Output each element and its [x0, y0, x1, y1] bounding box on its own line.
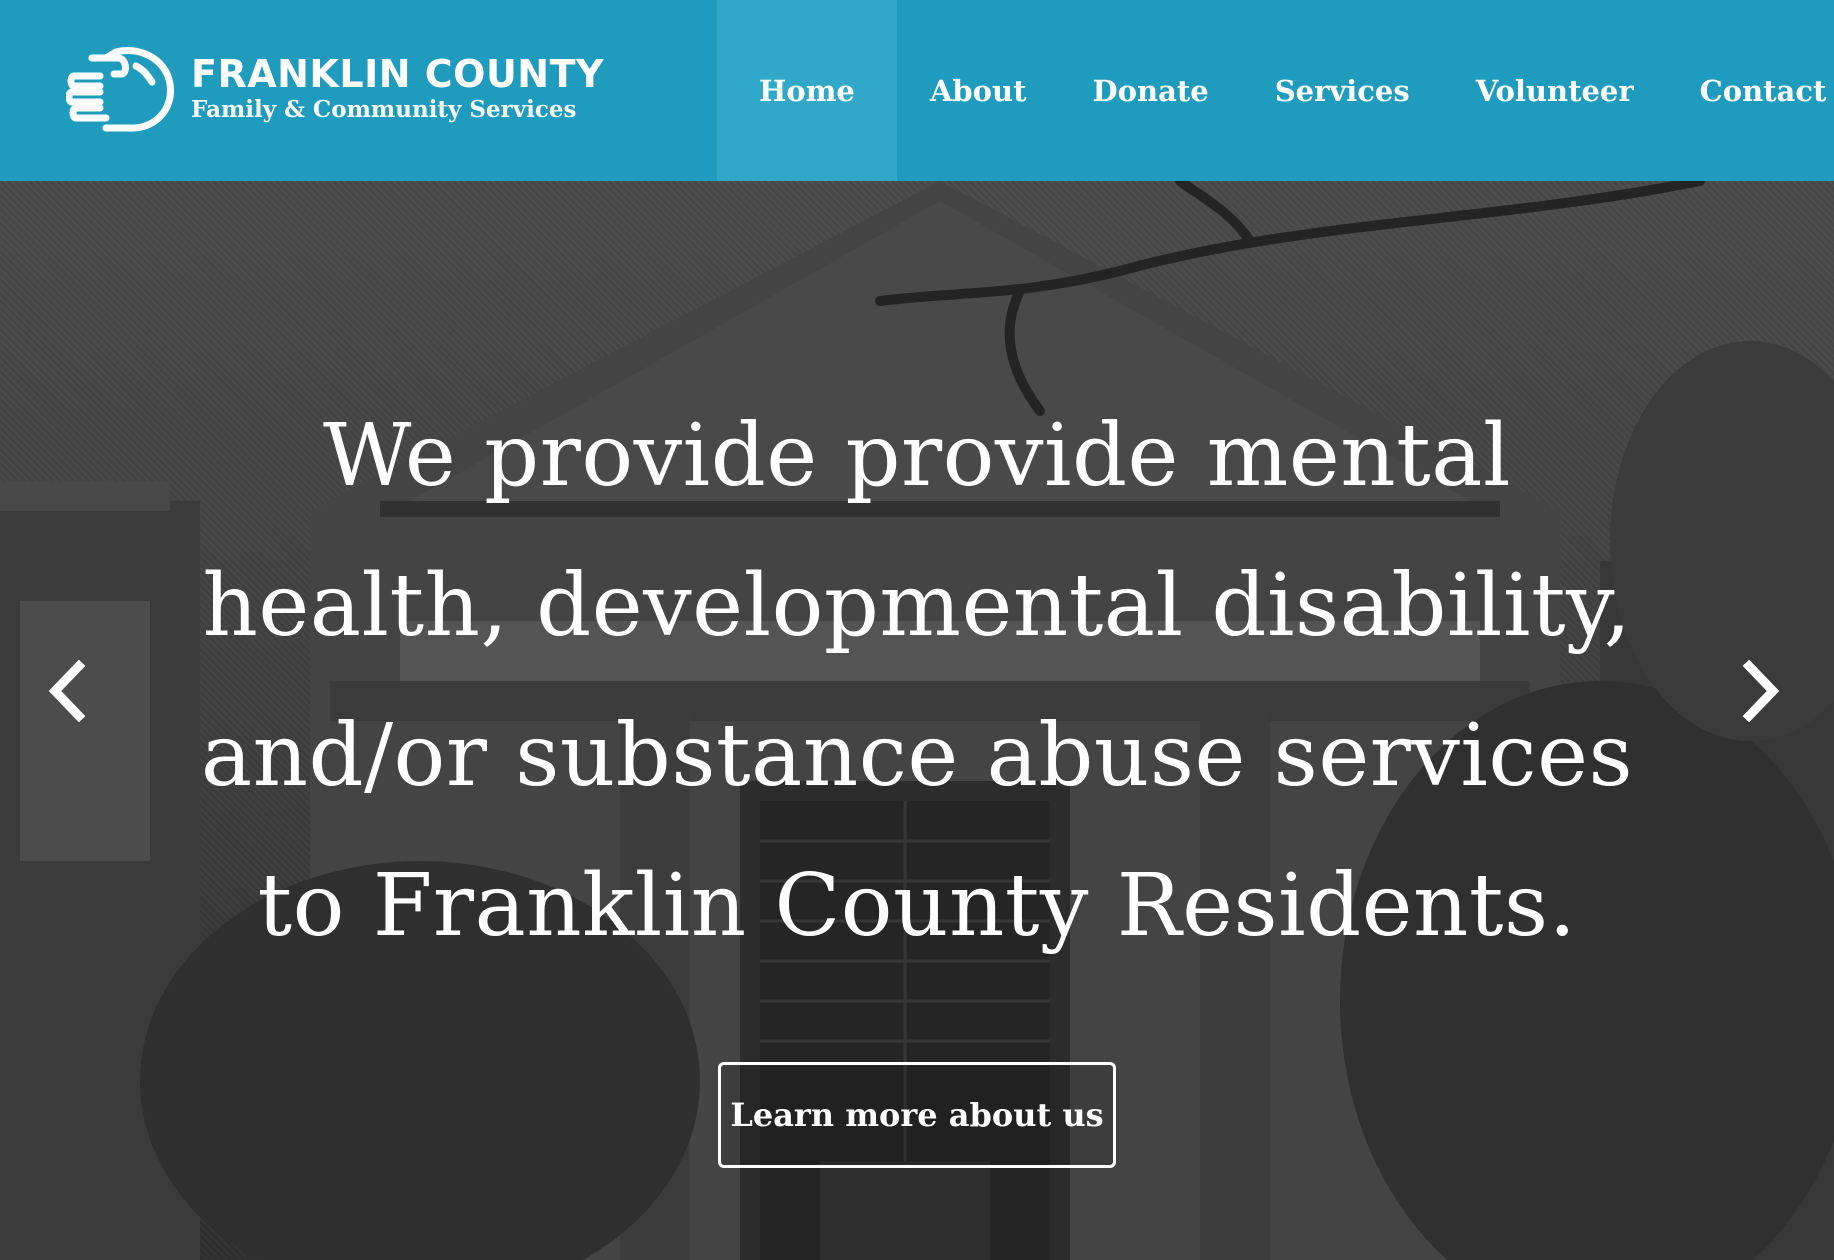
carousel-next-button[interactable]	[1732, 651, 1792, 731]
chevron-right-icon	[1742, 660, 1780, 722]
brand-text: FRANKLIN COUNTY Family & Community Servi…	[191, 53, 604, 125]
hero-line: to Franklin County Residents.	[257, 856, 1577, 956]
hand-icon	[66, 47, 174, 132]
nav-home[interactable]: Home	[717, 0, 897, 181]
hero-line: health, developmental disability,	[202, 556, 1632, 656]
learn-more-button[interactable]: Learn more about us	[718, 1062, 1116, 1168]
brand-logo-link[interactable]: FRANKLIN COUNTY Family & Community Servi…	[66, 44, 604, 134]
nav-contact[interactable]: Contact	[1667, 0, 1834, 181]
brand-title: FRANKLIN COUNTY	[191, 52, 605, 96]
site-header: FRANKLIN COUNTY Family & Community Servi…	[0, 0, 1834, 181]
hero-line: and/or substance abuse services	[200, 706, 1634, 806]
carousel-prev-button[interactable]	[36, 651, 96, 731]
nav-volunteer[interactable]: Volunteer	[1443, 0, 1667, 181]
nav-about[interactable]: About	[897, 0, 1060, 181]
hero-headline: We provide provide mental health, develo…	[150, 381, 1684, 981]
chevron-left-icon	[48, 660, 86, 722]
nav-services[interactable]: Services	[1242, 0, 1443, 181]
hero-carousel: We provide provide mental health, develo…	[0, 181, 1834, 1260]
brand-subtitle: Family & Community Services	[191, 96, 577, 123]
hero-line: We provide provide mental	[323, 406, 1511, 506]
nav-donate[interactable]: Donate	[1060, 0, 1242, 181]
main-nav: Home About Donate Services Volunteer Con…	[717, 0, 1834, 181]
